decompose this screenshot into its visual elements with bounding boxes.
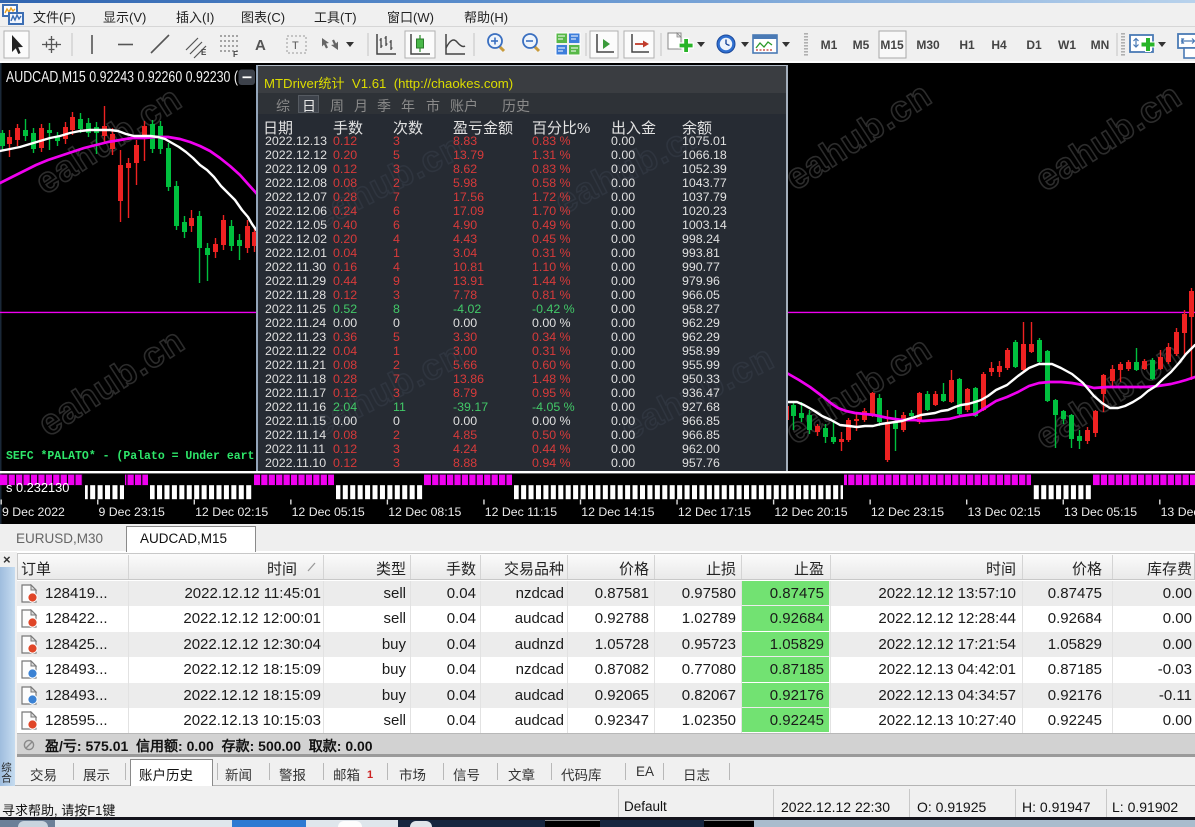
svg-text:M1: M1	[821, 38, 838, 52]
svg-text:s 0.232130: s 0.232130	[6, 480, 69, 495]
svg-text:W1: W1	[1058, 38, 1076, 52]
svg-text:A: A	[255, 37, 266, 54]
svg-text:12 Dec 05:15: 12 Dec 05:15	[292, 505, 365, 519]
svg-text:9 Dec 23:15: 9 Dec 23:15	[99, 505, 165, 519]
svg-text:E: E	[201, 48, 207, 57]
svg-text:12 Dec 17:15: 12 Dec 17:15	[678, 505, 751, 519]
svg-text:M15: M15	[880, 38, 904, 52]
svg-text:12 Dec 20:15: 12 Dec 20:15	[774, 505, 847, 519]
svg-text:13 Dec 05:15: 13 Dec 05:15	[1064, 505, 1137, 519]
svg-text:M30: M30	[916, 38, 940, 52]
svg-text:12 Dec 02:15: 12 Dec 02:15	[195, 505, 268, 519]
svg-text:13 Dec 02:15: 13 Dec 02:15	[968, 505, 1041, 519]
svg-text:D1: D1	[1026, 38, 1042, 52]
svg-text:12 Dec 11:15: 12 Dec 11:15	[485, 505, 557, 519]
svg-text:12 Dec 14:15: 12 Dec 14:15	[581, 505, 654, 519]
svg-text:H1: H1	[959, 38, 975, 52]
svg-text:9 Dec 2022: 9 Dec 2022	[2, 505, 65, 519]
svg-text:M5: M5	[853, 38, 870, 52]
svg-text:MN: MN	[1091, 38, 1110, 52]
svg-text:H4: H4	[991, 38, 1007, 52]
svg-text:AUDCAD,M15 0.92243 0.92260 0.: AUDCAD,M15 0.92243 0.92260 0.92230 (	[6, 68, 238, 86]
svg-text:SEFC *PALATO* - (Palato = Unde: SEFC *PALATO* - (Palato = Under eart	[6, 450, 254, 463]
svg-text:12 Dec 23:15: 12 Dec 23:15	[871, 505, 944, 519]
svg-text:12 Dec 08:15: 12 Dec 08:15	[388, 505, 461, 519]
svg-text:F: F	[233, 50, 238, 59]
svg-text:13 Dec: 13 Dec	[1161, 505, 1195, 519]
svg-text:T: T	[292, 40, 299, 52]
